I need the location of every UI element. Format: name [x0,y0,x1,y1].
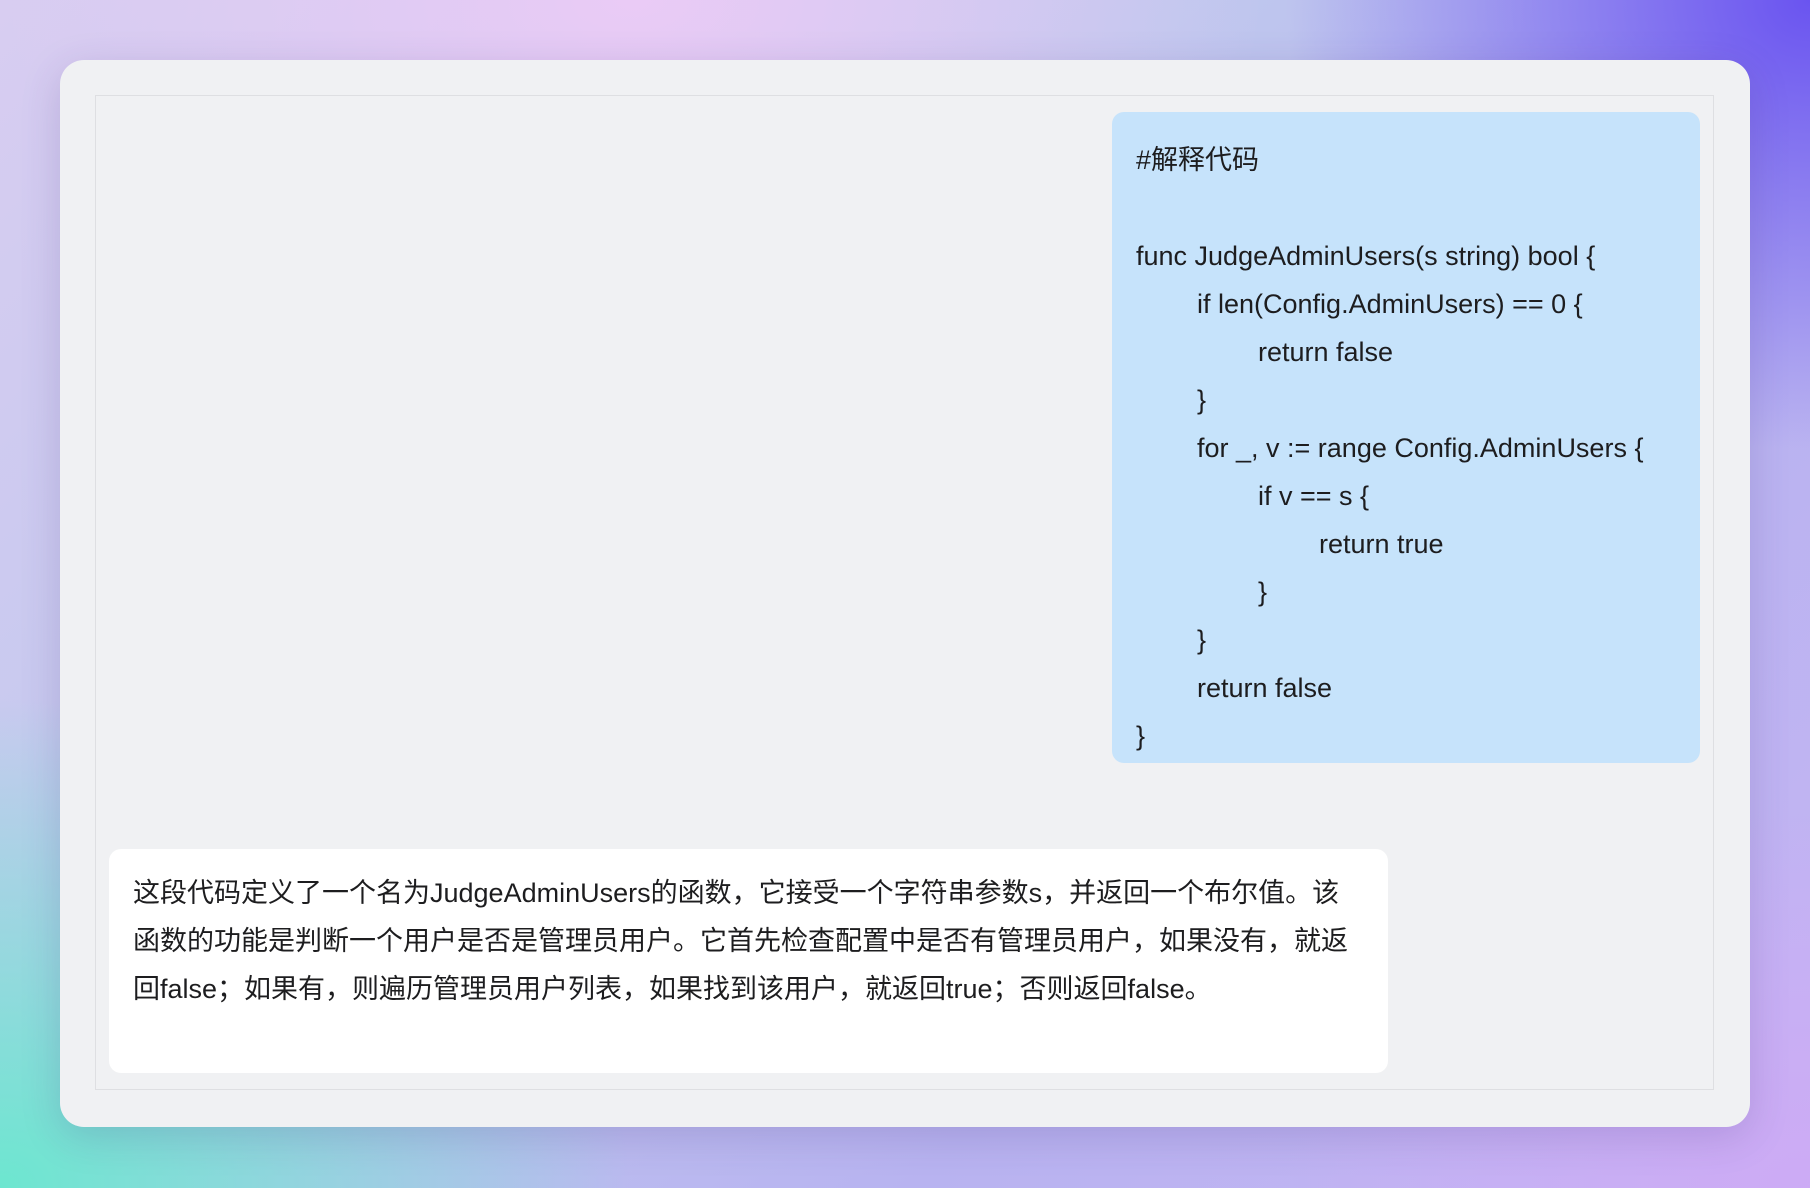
user-message-line: } [1197,385,1207,415]
user-message-line: } [1136,721,1146,751]
app-window: #解释代码 func JudgeAdminUsers(s string) boo… [60,60,1750,1127]
chat-panel: #解释代码 func JudgeAdminUsers(s string) boo… [95,95,1714,1090]
user-message-line [1136,184,1676,232]
user-message-line: return false [1197,673,1333,703]
assistant-message-text: 这段代码定义了一个名为JudgeAdminUsers的函数，它接受一个字符串参数… [133,878,1348,1004]
page-background: { "conversation": { "user_message": { "l… [0,0,1810,1188]
user-message-bubble: #解释代码 func JudgeAdminUsers(s string) boo… [1112,112,1700,763]
assistant-message-bubble: 这段代码定义了一个名为JudgeAdminUsers的函数，它接受一个字符串参数… [109,849,1388,1073]
user-message-line: } [1258,577,1268,607]
user-message-line: return true [1319,529,1444,559]
user-message-line: if len(Config.AdminUsers) == 0 { [1197,289,1583,319]
user-message-line: return false [1258,337,1394,367]
user-message-line: func JudgeAdminUsers(s string) bool { [1136,241,1596,271]
user-message-line: } [1197,625,1207,655]
user-message-line: #解释代码 [1136,145,1260,175]
user-message-line: for _, v := range Config.AdminUsers { [1197,433,1644,463]
user-message-line: if v == s { [1258,481,1370,511]
